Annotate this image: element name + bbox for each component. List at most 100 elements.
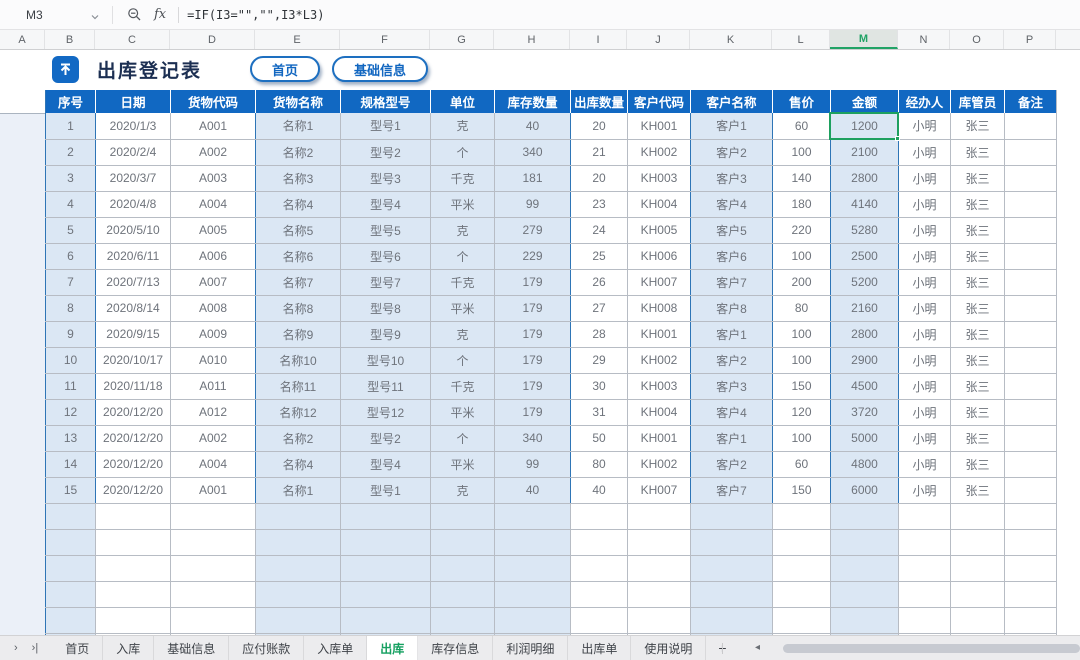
table-cell[interactable] [1004,191,1057,218]
table-cell[interactable]: 2020/12/20 [95,477,171,504]
table-cell[interactable]: A012 [170,399,256,426]
table-cell[interactable]: 2020/3/7 [95,165,171,192]
table-cell[interactable]: 客户3 [690,373,773,400]
table-cell[interactable] [95,529,171,556]
column-header-K[interactable]: K [690,30,772,49]
table-cell[interactable]: 2500 [830,243,899,270]
table-cell[interactable] [950,503,1005,530]
table-cell[interactable]: 21 [570,139,628,166]
table-cell[interactable]: 张三 [950,451,1005,478]
table-cell[interactable]: 客户5 [690,217,773,244]
table-cell[interactable] [255,581,341,608]
table-cell[interactable] [494,555,571,582]
table-cell[interactable] [255,555,341,582]
table-cell[interactable]: 个 [430,139,495,166]
table-cell[interactable] [627,503,691,530]
table-cell[interactable]: 5000 [830,425,899,452]
table-cell[interactable]: 名称10 [255,347,341,374]
table-cell[interactable]: 26 [570,269,628,296]
table-cell[interactable]: 11 [45,373,96,400]
table-cell[interactable] [255,607,341,634]
column-header-D[interactable]: D [170,30,255,49]
table-cell[interactable]: 小明 [898,139,951,166]
table-cell[interactable]: 2 [45,139,96,166]
table-cell[interactable]: 型号11 [340,373,431,400]
table-cell[interactable]: 100 [772,347,831,374]
table-cell[interactable]: 千克 [430,165,495,192]
table-cell[interactable]: 名称8 [255,295,341,322]
table-header-cell[interactable]: 货物代码 [170,90,256,113]
table-cell[interactable]: 179 [494,399,571,426]
table-cell[interactable] [340,555,431,582]
table-cell[interactable]: 小明 [898,191,951,218]
sheet-tab-8[interactable]: 利润明细 [493,636,569,660]
table-cell[interactable] [570,607,628,634]
table-cell[interactable] [772,555,831,582]
sheet-tab-3[interactable]: 基础信息 [154,636,230,660]
table-cell[interactable]: 2020/1/3 [95,113,171,140]
table-cell[interactable] [690,607,773,634]
table-cell[interactable] [1004,399,1057,426]
table-header-cell[interactable]: 金额 [830,90,899,113]
table-cell[interactable]: 29 [570,347,628,374]
table-cell[interactable]: 5200 [830,269,899,296]
table-cell[interactable] [170,581,256,608]
table-cell[interactable]: 60 [772,113,831,140]
table-cell[interactable]: 2160 [830,295,899,322]
table-cell[interactable]: 2020/8/14 [95,295,171,322]
horizontal-scrollbar[interactable] [783,644,1080,653]
table-cell[interactable]: 张三 [950,347,1005,374]
table-cell[interactable]: 张三 [950,165,1005,192]
sheet-tab-2[interactable]: 入库 [103,636,155,660]
table-cell[interactable] [1004,165,1057,192]
table-cell[interactable]: 型号4 [340,191,431,218]
table-cell[interactable] [1004,139,1057,166]
table-cell[interactable] [898,607,951,634]
table-cell[interactable] [898,503,951,530]
table-cell[interactable]: 99 [494,451,571,478]
table-cell[interactable]: 40 [494,113,571,140]
column-header-A[interactable]: A [0,30,45,49]
table-cell[interactable] [494,607,571,634]
table-cell[interactable] [898,581,951,608]
sheet-tab-4[interactable]: 应付账款 [229,636,305,660]
table-cell[interactable] [494,529,571,556]
table-cell[interactable]: KH007 [627,477,691,504]
column-header-J[interactable]: J [627,30,690,49]
table-cell[interactable]: A006 [170,243,256,270]
table-cell[interactable] [170,503,256,530]
table-cell[interactable]: 2020/12/20 [95,399,171,426]
table-header-cell[interactable]: 货物名称 [255,90,341,113]
table-cell[interactable] [950,607,1005,634]
table-cell[interactable] [255,503,341,530]
table-cell[interactable]: A004 [170,191,256,218]
table-cell[interactable]: 客户1 [690,425,773,452]
table-cell[interactable] [1004,217,1057,244]
table-cell[interactable]: 13 [45,425,96,452]
table-cell[interactable]: 40 [494,477,571,504]
tab-nav-last-icon[interactable]: ›| [32,642,39,654]
table-cell[interactable] [772,529,831,556]
table-cell[interactable] [1004,321,1057,348]
table-cell[interactable]: 客户7 [690,477,773,504]
table-cell[interactable] [430,555,495,582]
table-cell[interactable]: 1200 [830,113,899,140]
table-cell[interactable] [1004,243,1057,270]
table-cell[interactable]: 80 [772,295,831,322]
table-cell[interactable]: 名称1 [255,477,341,504]
table-cell[interactable]: A010 [170,347,256,374]
table-cell[interactable] [830,581,899,608]
table-cell[interactable] [340,607,431,634]
table-cell[interactable] [494,581,571,608]
table-cell[interactable] [95,503,171,530]
table-cell[interactable]: A005 [170,217,256,244]
table-cell[interactable] [170,607,256,634]
table-cell[interactable]: 3720 [830,399,899,426]
table-header-cell[interactable]: 售价 [772,90,831,113]
table-cell[interactable]: 张三 [950,373,1005,400]
scroll-left-icon[interactable]: ◂ [755,642,760,653]
table-cell[interactable] [1004,581,1057,608]
table-cell[interactable]: 179 [494,347,571,374]
column-header-H[interactable]: H [494,30,570,49]
table-header-cell[interactable]: 客户代码 [627,90,691,113]
